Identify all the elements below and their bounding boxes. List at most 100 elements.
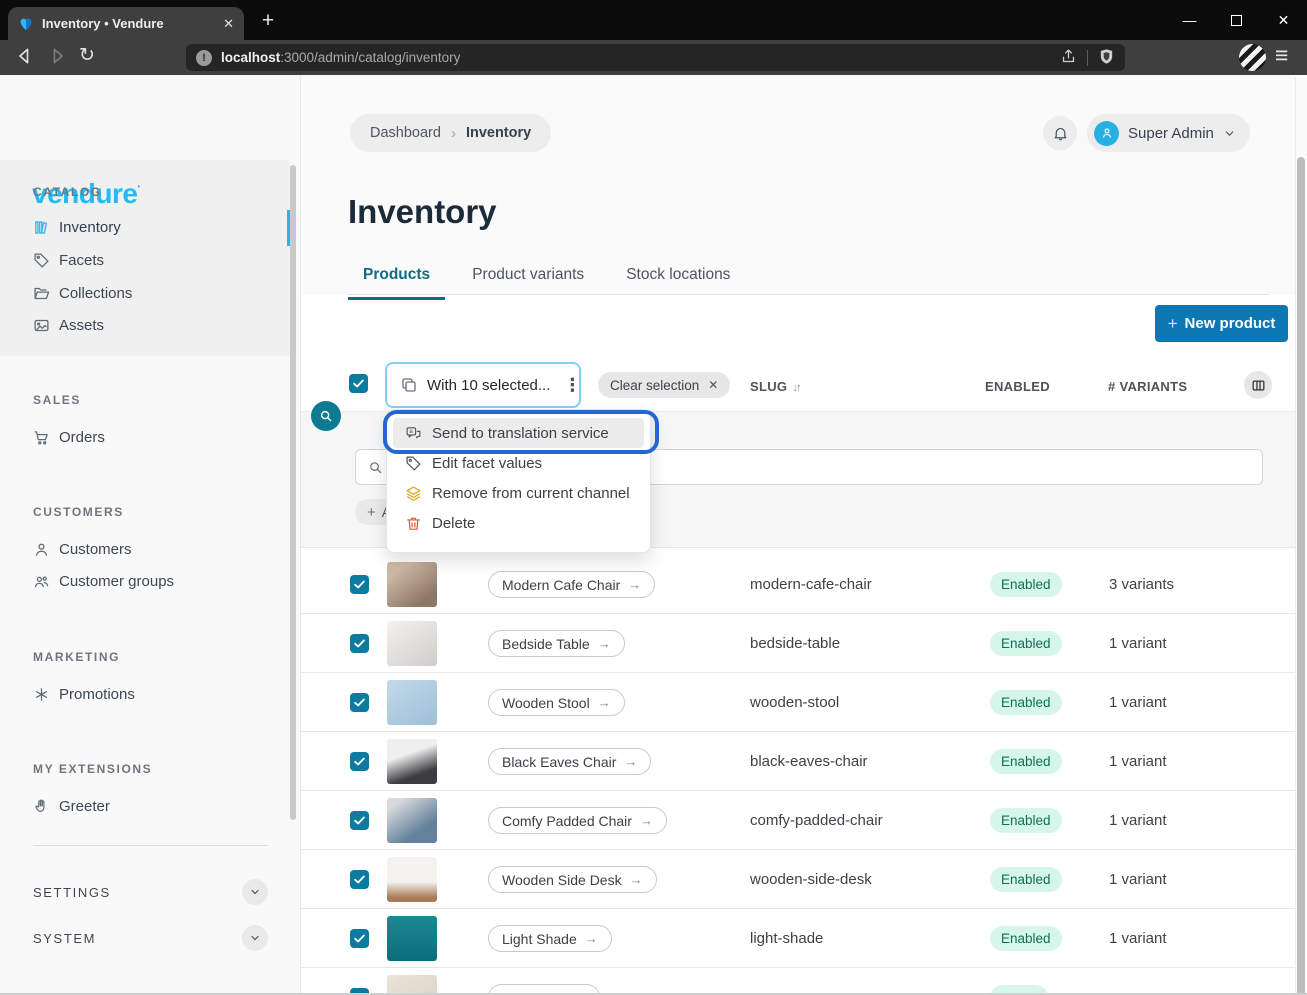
breadcrumb-inventory[interactable]: Inventory — [466, 125, 531, 141]
page-scrollbar[interactable] — [1295, 77, 1307, 995]
user-icon — [33, 541, 50, 558]
row-checkbox[interactable] — [350, 870, 369, 889]
window-maximize-button[interactable] — [1213, 0, 1260, 40]
menu-item-remove-from-channel[interactable]: Remove from current channel — [393, 478, 644, 508]
search-toggle-button[interactable] — [311, 401, 341, 431]
forward-button[interactable] — [47, 46, 67, 71]
new-product-button[interactable]: + New product — [1155, 305, 1288, 342]
product-slug: bedside-table — [750, 635, 840, 652]
column-header-slug[interactable]: SLUG↓↑ — [750, 379, 799, 394]
sidebar-item-collections[interactable]: Collections — [33, 280, 132, 306]
product-name-link[interactable]: Modern Cafe Chair→ — [488, 571, 655, 598]
product-thumbnail — [387, 857, 437, 902]
product-slug: comfy-padded-chair — [750, 812, 883, 829]
reload-button[interactable]: ↻ — [79, 44, 95, 67]
tabs-border — [348, 294, 1269, 295]
group-label-marketing: MARKETING — [33, 650, 120, 664]
chevron-down-icon[interactable] — [242, 925, 268, 951]
variant-count: 1 variant — [1109, 635, 1167, 652]
close-icon: ✕ — [708, 378, 718, 392]
row-checkbox[interactable] — [350, 929, 369, 948]
toolbar-divider — [1087, 50, 1088, 66]
sidebar-scrollbar[interactable] — [290, 165, 296, 820]
bulk-actions-button[interactable]: With 10 selected... ⋮ — [385, 362, 581, 408]
menu-item-delete[interactable]: Delete — [393, 508, 644, 538]
plus-icon: + — [367, 504, 376, 521]
variant-count: 1 variant — [1109, 930, 1167, 947]
sidebar-item-assets[interactable]: Assets — [33, 312, 104, 338]
sidebar-item-facets[interactable]: Facets — [33, 247, 104, 273]
product-name-link[interactable]: Black Eaves Chair→ — [488, 748, 651, 775]
product-name-link[interactable]: Wooden Stool→ — [488, 689, 625, 716]
url-bar[interactable]: ! localhost:3000/admin/catalog/inventory — [186, 44, 1125, 71]
browser-profile-avatar[interactable] — [1239, 44, 1266, 71]
product-thumbnail — [387, 739, 437, 784]
product-slug: black-eaves-chair — [750, 753, 868, 770]
sidebar-section-settings[interactable]: SETTINGS — [33, 879, 268, 905]
clear-selection-button[interactable]: Clear selection ✕ — [598, 372, 730, 398]
tab-close-icon[interactable]: ✕ — [223, 16, 234, 32]
row-checkbox[interactable] — [350, 693, 369, 712]
breadcrumb-dashboard[interactable]: Dashboard — [370, 125, 441, 141]
column-settings-button[interactable] — [1244, 371, 1272, 399]
row-checkbox[interactable] — [350, 575, 369, 594]
status-badge: Enabled — [990, 749, 1062, 774]
user-name: Super Admin — [1128, 125, 1214, 142]
product-name-link[interactable]: Bedside Table→ — [488, 630, 625, 657]
user-menu-button[interactable]: Super Admin — [1087, 114, 1250, 152]
product-name-link[interactable]: Wooden Side Desk→ — [488, 866, 657, 893]
asterisk-icon — [33, 686, 50, 703]
window-close-button[interactable]: ✕ — [1260, 0, 1307, 40]
table-row — [301, 968, 1295, 995]
select-all-checkbox[interactable] — [349, 374, 368, 393]
row-checkbox[interactable] — [350, 634, 369, 653]
brave-shield-icon[interactable] — [1098, 48, 1115, 68]
group-label-sales: SALES — [33, 393, 81, 407]
window-minimize-button[interactable]: — — [1166, 0, 1213, 40]
notifications-button[interactable] — [1043, 116, 1077, 150]
columns-icon — [1251, 378, 1266, 393]
site-info-icon[interactable]: ! — [196, 50, 212, 66]
product-thumbnail — [387, 798, 437, 843]
avatar — [1094, 121, 1119, 146]
back-button[interactable] — [15, 46, 35, 71]
product-name-link[interactable]: Comfy Padded Chair→ — [488, 807, 667, 834]
scrollbar-thumb[interactable] — [1297, 157, 1305, 995]
translate-icon: a — [405, 425, 422, 442]
variant-count: 1 variant — [1109, 694, 1167, 711]
bulk-actions-menu: a Send to translation service Edit facet… — [386, 409, 651, 553]
sidebar-section-system[interactable]: SYSTEM — [33, 925, 268, 951]
new-tab-button[interactable]: + — [255, 8, 281, 34]
arrow-right-icon: → — [630, 872, 643, 887]
variant-count: 1 variant — [1109, 871, 1167, 888]
trash-icon — [405, 515, 422, 532]
sidebar-item-inventory[interactable]: Inventory — [33, 214, 121, 240]
sidebar: vendure' CATALOG Inventory Facets Collec… — [0, 75, 301, 993]
sidebar-item-greeter[interactable]: Greeter — [33, 793, 110, 819]
sidebar-item-customer-groups[interactable]: Customer groups — [33, 568, 174, 594]
sidebar-item-customers[interactable]: Customers — [33, 536, 132, 562]
sidebar-item-promotions[interactable]: Promotions — [33, 681, 135, 707]
search-icon — [319, 409, 333, 423]
product-thumbnail — [387, 562, 437, 607]
sidebar-item-orders[interactable]: Orders — [33, 424, 105, 450]
layers-icon — [405, 485, 422, 502]
table-row: Light Shade→ light-shade Enabled 1 varia… — [301, 909, 1295, 968]
chevron-down-icon[interactable] — [242, 879, 268, 905]
browser-menu-icon[interactable]: ≡ — [1275, 42, 1288, 69]
browser-tab[interactable]: Inventory • Vendure ✕ — [8, 7, 244, 40]
chevron-down-icon — [1223, 127, 1236, 140]
arrow-right-icon: → — [628, 577, 641, 592]
product-slug: modern-cafe-chair — [750, 576, 872, 593]
page-title: Inventory — [348, 193, 497, 231]
bulk-actions-label: With 10 selected... — [427, 377, 550, 394]
product-name-link[interactable]: Light Shade→ — [488, 925, 612, 952]
breadcrumb: Dashboard › Inventory — [350, 114, 551, 152]
row-checkbox[interactable] — [350, 811, 369, 830]
row-checkbox[interactable] — [350, 752, 369, 771]
status-badge: Enabled — [990, 572, 1062, 597]
arrow-right-icon: → — [598, 636, 611, 651]
menu-item-edit-facet-values[interactable]: Edit facet values — [393, 448, 644, 478]
share-icon[interactable] — [1060, 48, 1077, 68]
menu-item-send-to-translation-service[interactable]: a Send to translation service — [393, 418, 644, 448]
